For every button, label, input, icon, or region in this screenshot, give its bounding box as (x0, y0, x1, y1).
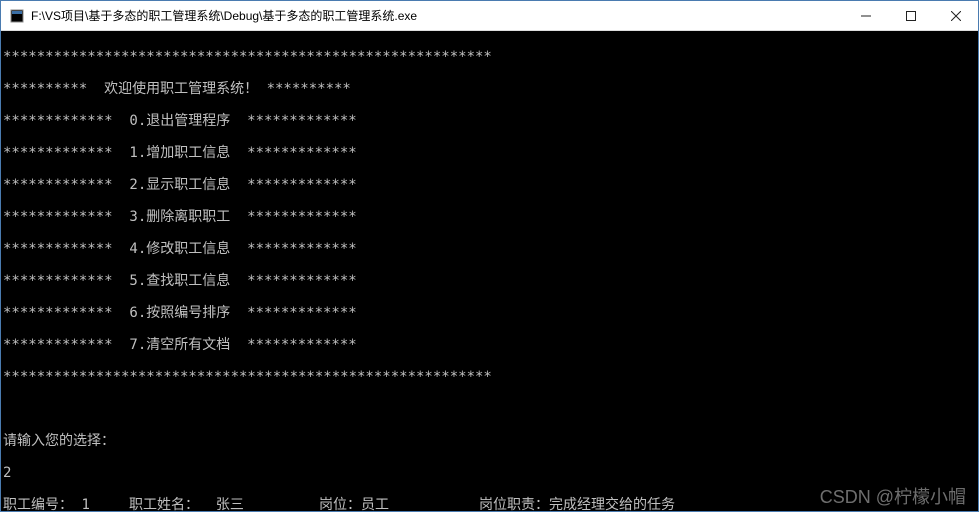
cell-duty: 岗位职责：完成经理交给的任务 (479, 497, 675, 511)
minimize-button[interactable] (843, 1, 888, 30)
menu-item: ************* 5.查找职工信息 ************* (3, 273, 976, 289)
table-row: 职工编号： 1职工姓名： 张三岗位：员工岗位职责：完成经理交给的任务 (3, 497, 976, 511)
cell-id: 职工编号： 1 (3, 497, 129, 511)
menu-item: ************* 4.修改职工信息 ************* (3, 241, 976, 257)
menu-item: ************* 7.清空所有文档 ************* (3, 337, 976, 353)
menu-item: ************* 1.增加职工信息 ************* (3, 145, 976, 161)
app-window: F:\VS项目\基于多态的职工管理系统\Debug\基于多态的职工管理系统.ex… (0, 0, 979, 512)
maximize-button[interactable] (888, 1, 933, 30)
console-output[interactable]: ****************************************… (1, 31, 978, 511)
menu-item: ************* 3.删除离职职工 ************* (3, 209, 976, 225)
menu-item: ************* 0.退出管理程序 ************* (3, 113, 976, 129)
menu-welcome: ********** 欢迎使用职工管理系统！ ********** (3, 81, 976, 97)
menu-item: ************* 6.按照编号排序 ************* (3, 305, 976, 321)
window-title: F:\VS项目\基于多态的职工管理系统\Debug\基于多态的职工管理系统.ex… (31, 7, 843, 24)
cell-position: 岗位：员工 (319, 497, 479, 511)
close-button[interactable] (933, 1, 978, 30)
cell-name: 职工姓名： 张三 (129, 497, 319, 511)
prompt-text: 请输入您的选择： (3, 433, 976, 449)
titlebar: F:\VS项目\基于多态的职工管理系统\Debug\基于多态的职工管理系统.ex… (1, 1, 978, 31)
app-icon (9, 8, 25, 24)
user-input: 2 (3, 465, 976, 481)
menu-border-top: ****************************************… (3, 49, 976, 65)
menu-item: ************* 2.显示职工信息 ************* (3, 177, 976, 193)
blank-line (3, 401, 976, 417)
window-controls (843, 1, 978, 30)
menu-border-bottom: ****************************************… (3, 369, 976, 385)
